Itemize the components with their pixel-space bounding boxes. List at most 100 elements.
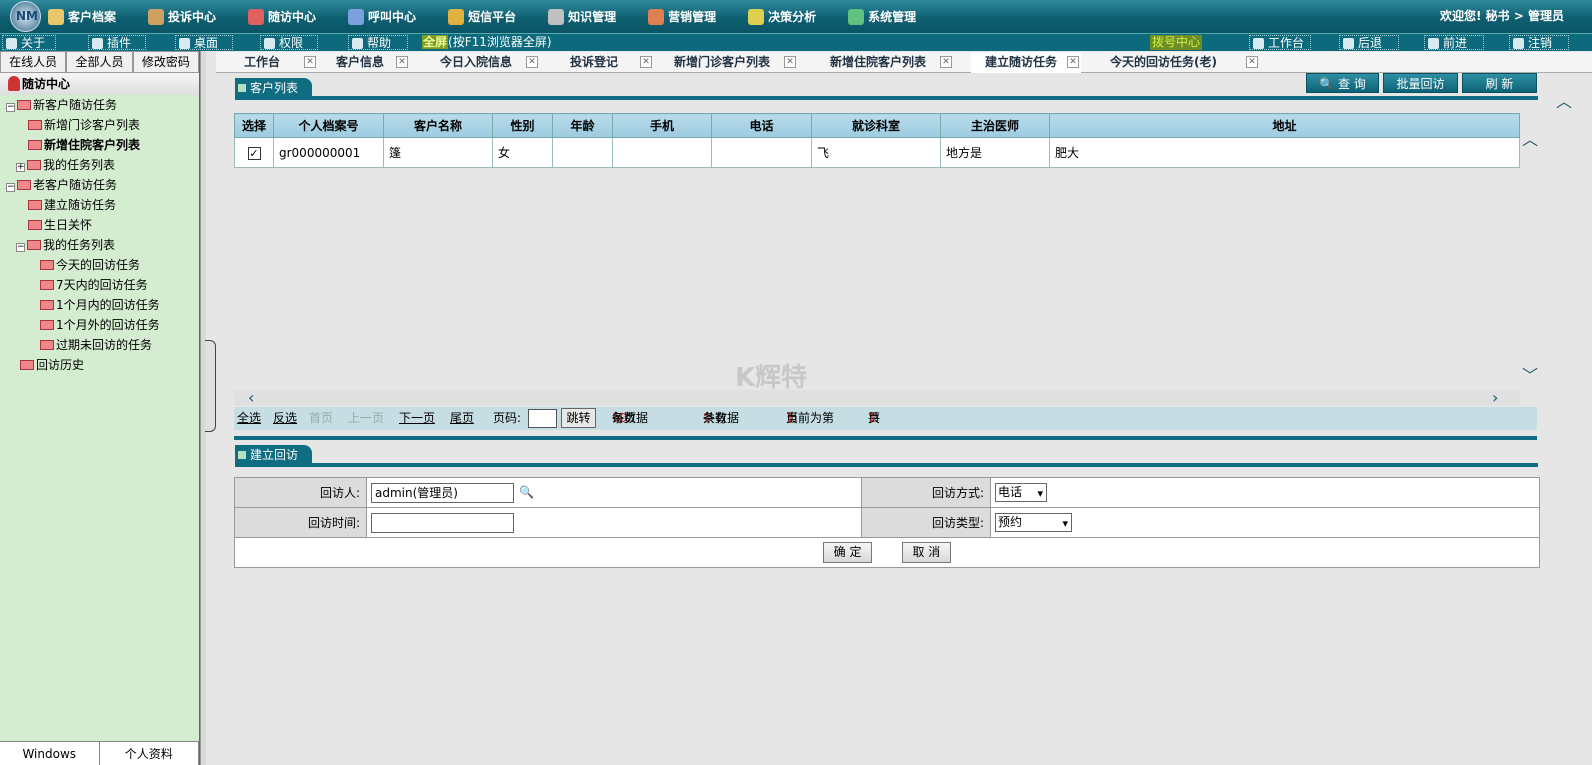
query-button[interactable]: 🔍 查 询 [1306,73,1379,93]
close-icon[interactable]: ✕ [784,56,796,68]
close-icon[interactable]: ✕ [640,56,652,68]
collapse-icon[interactable]: − [6,103,15,112]
page-scroll-up-icon[interactable]: ︿ [1556,88,1572,112]
marketing-icon [648,8,665,25]
table-row[interactable]: ✓ gr000000001 篷 女 飞 地方是 肥大 [234,137,1520,168]
collapse-icon[interactable]: − [6,183,15,192]
tree-node-create-task[interactable]: 建立随访任务 [28,195,116,215]
book-icon [28,140,42,150]
tab-online-users[interactable]: 在线人员 [0,51,67,73]
nav-call-center[interactable]: 呼叫中心 [348,0,416,33]
tree-node-my-tasks-old[interactable]: − 我的任务列表 [16,235,115,255]
help-button[interactable]: 帮助 [348,35,408,50]
tree-node-7days[interactable]: 7天内的回访任务 [40,275,148,295]
jump-button[interactable]: 跳转 [561,408,596,428]
tab-all-users[interactable]: 全部人员 [66,51,133,73]
tab-windows[interactable]: Windows [0,742,100,765]
about-button[interactable]: 关于 [2,35,56,50]
nav-sms[interactable]: 短信平台 [448,0,516,33]
logout-button[interactable]: 注销 [1509,35,1569,50]
batch-visit-button[interactable]: 批量回访 [1383,73,1458,93]
divider [235,463,1538,467]
tree-node-overdue[interactable]: 过期未回访的任务 [40,335,152,355]
nav-customer-file[interactable]: 客户档案 [48,0,116,33]
tree-root[interactable]: 随访中心 [0,73,199,95]
visit-time-input[interactable] [371,512,514,533]
close-icon[interactable]: ✕ [396,56,408,68]
collapse-icon[interactable]: − [16,243,25,252]
close-icon[interactable]: ✕ [526,56,538,68]
sidebar: 在线人员 全部人员 修改密码 随访中心 − 新客户随访任务 新增门诊客户列表 新增… [0,51,200,765]
book-icon [27,240,41,250]
cell-name: 篷 [383,137,493,168]
col-doctor: 主治医师 [940,113,1050,138]
tree-node-old-customer[interactable]: − 老客户随访任务 [6,175,117,195]
search-icon[interactable]: 🔍 [519,485,534,499]
plugin-button[interactable]: 插件 [88,35,146,50]
close-icon[interactable]: ✕ [940,56,952,68]
tab-create-task[interactable]: 建立随访任务 ✕ [971,52,1081,73]
nav-system[interactable]: 系统管理 [848,0,916,33]
workbench-button[interactable]: 工作台 [1249,35,1311,50]
refresh-button[interactable]: 刷 新 [1462,73,1537,93]
tab-new-inpatient[interactable]: 新增住院客户列表 ✕ [816,52,966,73]
tab-new-outpatient[interactable]: 新增门诊客户列表 ✕ [660,52,810,73]
col-address: 地址 [1049,113,1520,138]
scroll-right-icon[interactable]: › [1492,388,1498,407]
method-select[interactable]: 电话 ▾ [995,483,1047,502]
prev-page-link[interactable]: 上一页 [348,407,384,430]
close-icon[interactable]: ✕ [1246,56,1258,68]
last-page-link[interactable]: 尾页 [450,407,474,430]
cancel-button[interactable]: 取 消 [901,542,951,563]
desktop-button[interactable]: 桌面 [175,35,233,50]
nav-decision[interactable]: 决策分析 [748,0,816,33]
col-name: 客户名称 [383,113,493,138]
tree-node-new-inpatient[interactable]: 新增住院客户列表 [28,135,140,155]
tree-node-today[interactable]: 今天的回访任务 [40,255,140,275]
close-icon[interactable]: ✕ [304,56,316,68]
tab-today-admission[interactable]: 今日入院信息 ✕ [426,52,554,73]
back-button[interactable]: 后退 [1339,35,1399,50]
first-page-link[interactable]: 首页 [309,407,333,430]
visitor-input[interactable]: admin(管理员) [371,482,514,503]
tab-customer-info[interactable]: 客户信息 ✕ [322,52,426,73]
tab-change-password[interactable]: 修改密码 [132,51,199,73]
fullscreen-hint[interactable]: 全屏(按F11浏览器全屏) [422,34,552,52]
next-page-link[interactable]: 下一页 [399,407,435,430]
horizontal-scrollbar[interactable]: ‹ › [234,388,1520,407]
nav-followup[interactable]: 随访中心 [248,0,316,33]
scroll-left-icon[interactable]: ‹ [248,388,254,407]
forward-button[interactable]: 前进 [1424,35,1484,50]
expand-icon[interactable]: + [16,163,25,172]
tree-node-new-outpatient[interactable]: 新增门诊客户列表 [28,115,140,135]
nav-complaint[interactable]: 投诉中心 [148,0,216,33]
nav-marketing[interactable]: 营销管理 [648,0,716,33]
close-icon[interactable]: ✕ [1067,56,1079,68]
divider [235,96,1538,100]
tab-complaint[interactable]: 投诉登记 ✕ [556,52,664,73]
tab-profile[interactable]: 个人资料 [100,742,199,765]
scroll-up-icon[interactable]: ︿ [1522,126,1538,150]
cell-address: 肥大 [1049,137,1520,168]
tab-workbench[interactable]: 工作台 ✕ [230,52,320,73]
dial-center-button[interactable]: 拨号中心 [1150,35,1203,50]
nav-knowledge[interactable]: 知识管理 [548,0,616,33]
collapse-handle[interactable] [205,340,216,432]
tab-today-old[interactable]: 今天的回访任务(老) ✕ [1096,52,1264,73]
welcome-text: 欢迎您! 秘书 > 管理员 [1439,9,1564,23]
permission-button[interactable]: 权限 [260,35,318,50]
tree-node-history[interactable]: 回访历史 [20,355,84,375]
tree-node-my-tasks-new[interactable]: + 我的任务列表 [16,155,115,175]
tree-node-birthday[interactable]: 生日关怀 [28,215,92,235]
tree-node-1month[interactable]: 1个月内的回访任务 [40,295,160,315]
invert-select-link[interactable]: 反选 [273,407,297,430]
confirm-button[interactable]: 确 定 [823,542,873,563]
tree-node-over-1month[interactable]: 1个月外的回访任务 [40,315,160,335]
col-id: 个人档案号 [273,113,384,138]
page-number-input[interactable] [528,409,557,428]
select-all-link[interactable]: 全选 [237,407,261,430]
row-checkbox[interactable]: ✓ [247,146,261,160]
visit-type-select[interactable]: 预约 ▾ [995,513,1072,532]
scroll-down-icon[interactable]: ﹀ [1522,362,1538,386]
tree-node-new-customer[interactable]: − 新客户随访任务 [6,95,117,115]
